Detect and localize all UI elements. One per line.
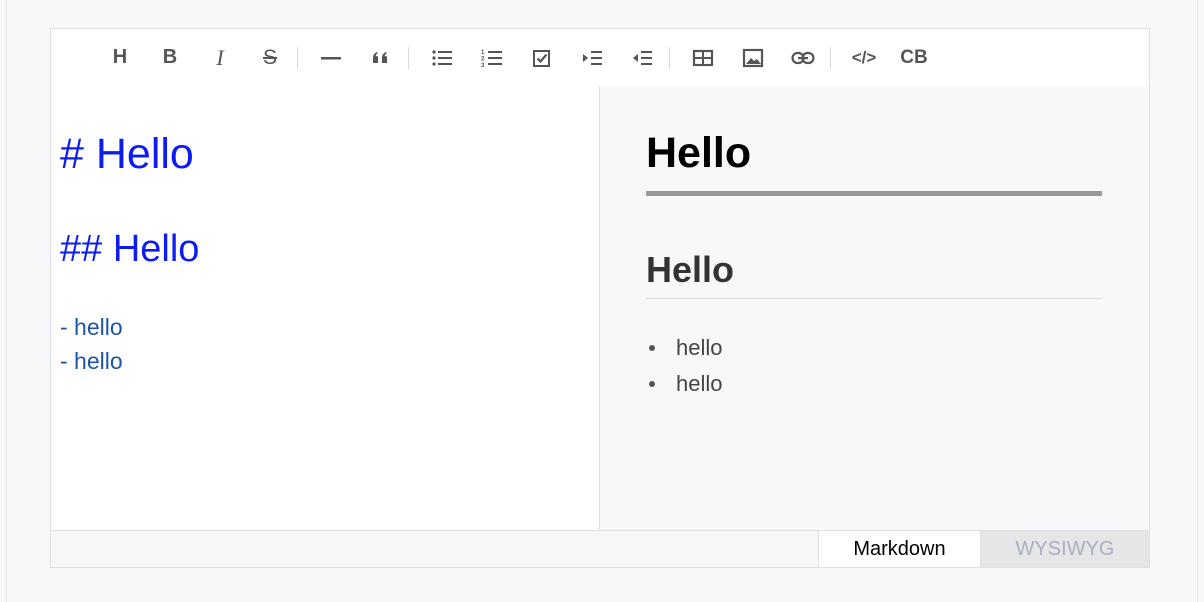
md-heading-2-line[interactable]: ## Hello bbox=[60, 228, 199, 271]
table-icon bbox=[692, 49, 714, 66]
toolbar-divider bbox=[830, 46, 831, 69]
task-list-button[interactable] bbox=[525, 42, 559, 74]
heading-icon: H bbox=[112, 46, 128, 68]
strikethrough-icon: S bbox=[262, 45, 277, 69]
horizontal-rule-button[interactable] bbox=[314, 42, 348, 74]
image-icon bbox=[742, 48, 764, 67]
numbered-list-button[interactable]: 123 bbox=[475, 42, 509, 74]
link-button[interactable] bbox=[786, 42, 820, 74]
toolbar-divider bbox=[297, 46, 298, 69]
bullet-list-icon bbox=[432, 49, 452, 66]
heading-button[interactable]: H bbox=[103, 42, 137, 74]
preview-pane: Hello Hello hello hello bbox=[600, 86, 1149, 530]
preview-heading-2: Hello bbox=[646, 250, 1102, 299]
toolbar-divider bbox=[408, 46, 409, 69]
quote-icon bbox=[373, 51, 387, 63]
quote-button[interactable] bbox=[364, 42, 398, 74]
outdent-icon bbox=[633, 50, 652, 65]
md-list-line[interactable]: - hello bbox=[60, 314, 123, 341]
list-item-text: hello bbox=[676, 335, 723, 360]
codeblock-icon: CB bbox=[900, 46, 928, 68]
outdent-button[interactable] bbox=[625, 42, 659, 74]
list-item-text: hello bbox=[676, 371, 723, 396]
svg-text:3: 3 bbox=[481, 63, 485, 69]
markdown-source-pane[interactable]: # Hello ## Hello - hello - hello bbox=[51, 86, 600, 530]
numbered-list-icon: 123 bbox=[481, 50, 502, 69]
strikethrough-button[interactable]: S bbox=[253, 42, 287, 74]
editor-toolbar: H B I S 123 </> CB bbox=[51, 29, 1149, 86]
toolbar-divider bbox=[669, 46, 670, 69]
table-button[interactable] bbox=[686, 42, 720, 74]
md-heading-1-line[interactable]: # Hello bbox=[60, 130, 194, 179]
code-button[interactable]: </> bbox=[847, 42, 881, 74]
horizontal-rule-icon bbox=[321, 56, 341, 59]
code-icon: </> bbox=[851, 47, 877, 67]
bullet-icon bbox=[649, 345, 655, 351]
preview-heading-1: Hello bbox=[646, 129, 1102, 197]
task-list-icon bbox=[533, 49, 550, 67]
md-list-line[interactable]: - hello bbox=[60, 348, 123, 375]
bold-button[interactable]: B bbox=[153, 42, 187, 74]
italic-button[interactable]: I bbox=[203, 42, 237, 74]
editor-mode-switch: Markdown WYSIWYG bbox=[51, 530, 1149, 567]
list-item: hello bbox=[646, 366, 722, 402]
image-button[interactable] bbox=[736, 42, 770, 74]
codeblock-button[interactable]: CB bbox=[897, 42, 931, 74]
tab-markdown[interactable]: Markdown bbox=[818, 531, 981, 567]
bullet-icon bbox=[649, 381, 655, 387]
markdown-editor: H B I S 123 </> CB # Hello ## Hello - he… bbox=[50, 28, 1150, 568]
italic-icon: I bbox=[216, 44, 224, 70]
bold-icon: B bbox=[162, 46, 178, 68]
link-icon bbox=[791, 51, 815, 64]
bullet-list-button[interactable] bbox=[425, 42, 459, 74]
svg-text:2: 2 bbox=[481, 56, 485, 62]
list-item: hello bbox=[646, 330, 722, 366]
svg-text:1: 1 bbox=[481, 50, 485, 56]
indent-button[interactable] bbox=[575, 42, 609, 74]
preview-bullet-list: hello hello bbox=[646, 330, 722, 402]
indent-icon bbox=[583, 50, 602, 65]
tab-wysiwyg[interactable]: WYSIWYG bbox=[981, 531, 1149, 567]
